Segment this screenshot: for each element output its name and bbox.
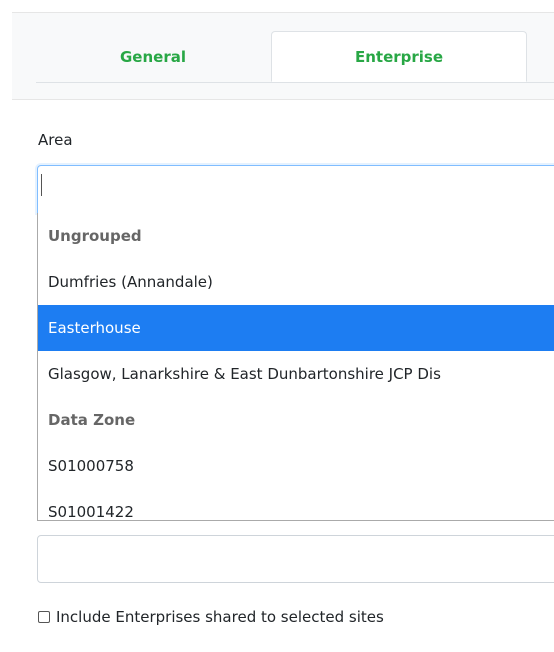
area-select-input[interactable] [37,165,554,213]
secondary-select-input[interactable] [37,535,554,583]
dropdown-option[interactable]: Glasgow, Lanarkshire & East Dunbartonshi… [38,351,554,397]
text-caret [41,174,42,196]
tab-bar: General Enterprise [12,12,554,100]
dropdown-option[interactable]: Dumfries (Annandale) [38,259,554,305]
area-dropdown-list[interactable]: Ungrouped Dumfries (Annandale) Easterhou… [37,213,554,521]
tab-enterprise[interactable]: Enterprise [271,31,527,82]
include-shared-label: Include Enterprises shared to selected s… [56,608,384,626]
dropdown-option[interactable]: S01001422 [38,489,554,520]
dropdown-option[interactable]: S01000758 [38,443,554,489]
include-shared-row[interactable]: Include Enterprises shared to selected s… [38,608,384,626]
dropdown-option-selected[interactable]: Easterhouse [38,305,554,351]
dropdown-group-ungrouped: Ungrouped [48,227,142,245]
tab-divider [36,82,554,83]
tab-general[interactable]: General [36,31,270,82]
include-shared-checkbox[interactable] [38,611,50,623]
area-label: Area [38,131,73,149]
dropdown-group-data-zone: Data Zone [48,411,136,429]
